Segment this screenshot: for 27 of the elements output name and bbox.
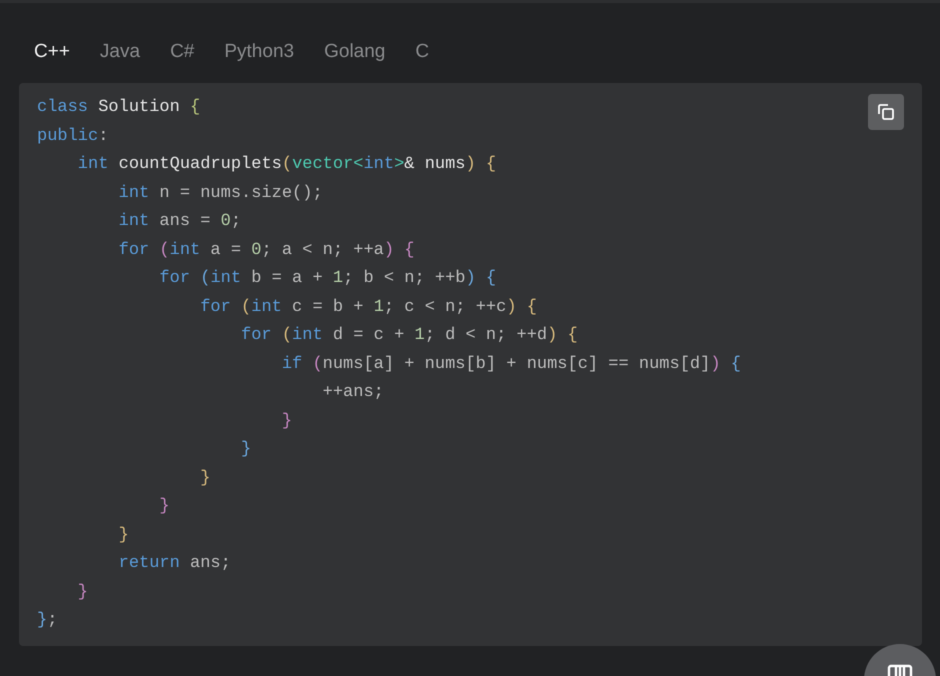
code-line: }: [280, 410, 292, 432]
code-line: int ans = 0;: [118, 211, 242, 233]
code-line: class Solution {: [37, 97, 200, 119]
code-line: }: [240, 439, 252, 461]
code-line: for (int a = 0; a < n; ++a) {: [118, 240, 414, 262]
code-line: int n = nums.size();: [118, 182, 323, 204]
code-line: if (nums[a] + nums[b] + nums[c] == nums[d]) {: [280, 354, 741, 376]
code-line: return ans;: [118, 553, 231, 575]
copy-button[interactable]: [868, 94, 904, 130]
code-line: }: [199, 468, 210, 490]
language-tab[interactable]: C: [400, 41, 444, 63]
language-tab[interactable]: Java: [84, 41, 156, 63]
code-line: ++ans;: [322, 382, 384, 404]
code-line: public:: [37, 126, 108, 148]
language-tab[interactable]: Golang: [309, 41, 400, 63]
language-tab[interactable]: C#: [155, 41, 210, 63]
code-line: }: [158, 496, 170, 518]
language-tab[interactable]: Python3: [209, 41, 310, 63]
copy-icon: [876, 102, 896, 122]
language-tab[interactable]: C++: [19, 41, 85, 63]
code-line: }: [76, 582, 88, 604]
code-line: for (int b = a + 1; b < n; ++b) {: [158, 268, 496, 290]
code-line: }: [118, 524, 129, 546]
code-line: };: [37, 610, 58, 632]
code-line: int countQuadruplets(vector<int>& nums) {: [76, 154, 496, 176]
code-line: for (int d = c + 1; d < n; ++d) {: [240, 325, 578, 347]
code-line: for (int c = b + 1; c < n; ++c) {: [199, 296, 537, 318]
